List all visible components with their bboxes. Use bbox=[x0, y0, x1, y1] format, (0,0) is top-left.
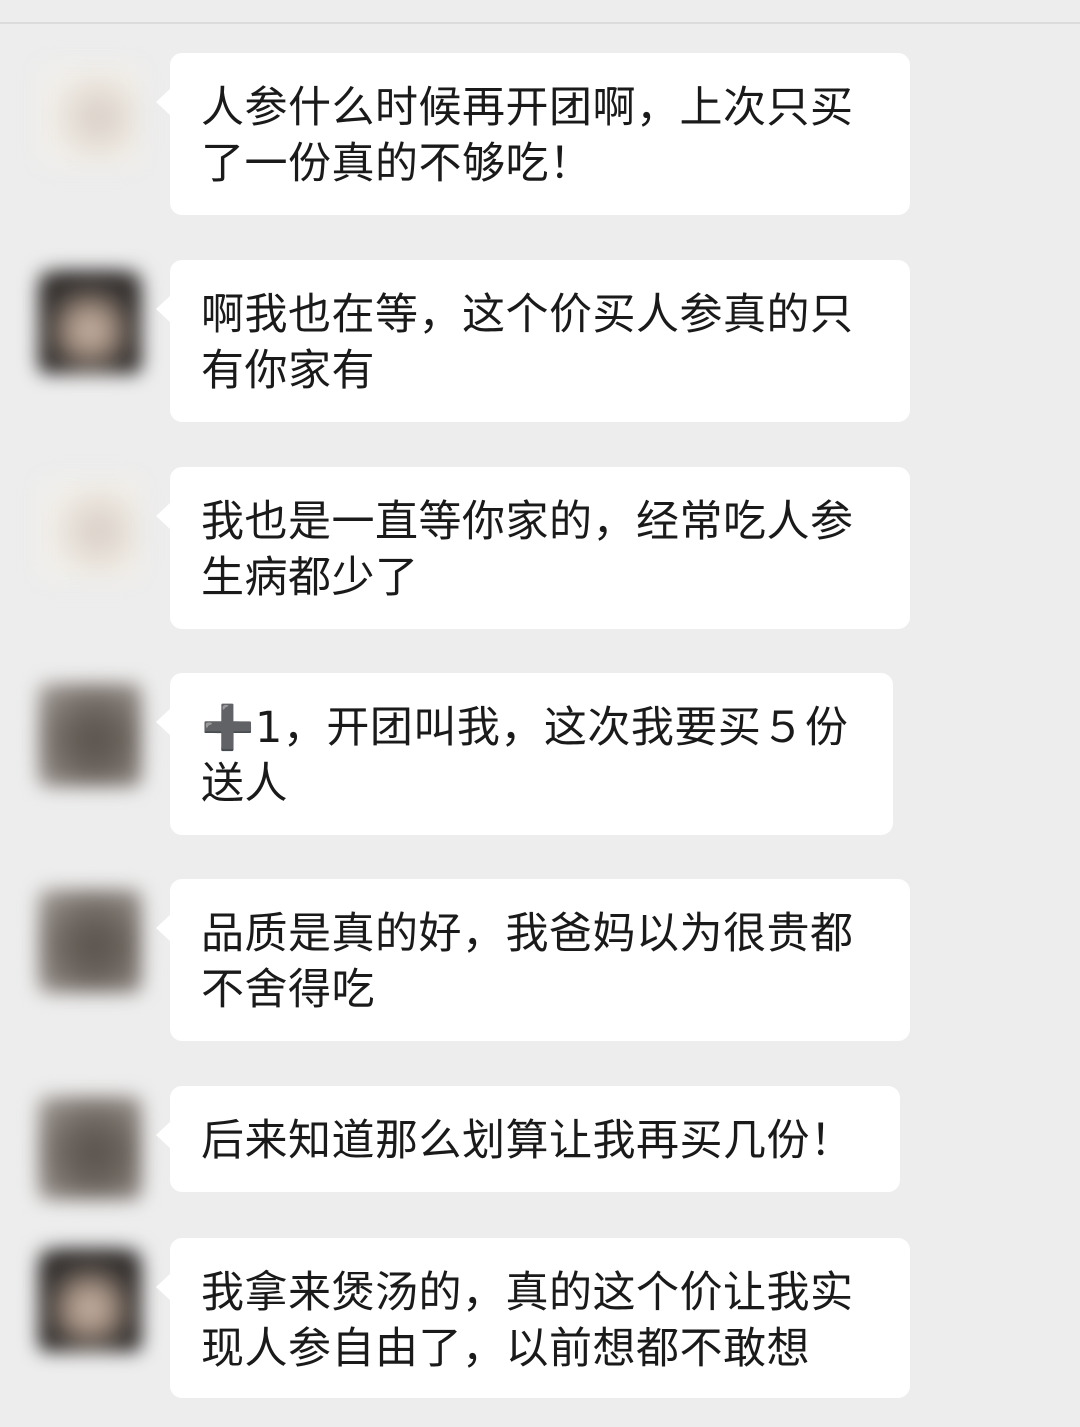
message-text: 后来知道那么划算让我再买几份！ bbox=[201, 1116, 854, 1166]
message-bubble[interactable]: 我也是一直等你家的，经常吃人参生病都少了 bbox=[156, 467, 910, 629]
message-text: 我拿来煲汤的，真的这个价让我实现人参自由了，以前想都不敢想 bbox=[201, 1268, 854, 1374]
avatar[interactable] bbox=[38, 270, 142, 374]
message-text: 品质是真的好，我爸妈以为很贵都不舍得吃 bbox=[201, 909, 854, 1015]
message-text: 人参什么时候再开团啊，上次只买了一份真的不够吃！ bbox=[201, 83, 854, 189]
message-bubble[interactable]: 品质是真的好，我爸妈以为很贵都不舍得吃 bbox=[156, 879, 910, 1041]
avatar[interactable] bbox=[38, 889, 142, 993]
avatar[interactable] bbox=[38, 1248, 142, 1352]
message-bubble[interactable]: 后来知道那么划算让我再买几份！ bbox=[156, 1086, 900, 1192]
top-divider bbox=[0, 22, 1080, 24]
message-bubble[interactable]: 啊我也在等，这个价买人参真的只有你家有 bbox=[156, 260, 910, 422]
message-bubble[interactable]: 我拿来煲汤的，真的这个价让我实现人参自由了，以前想都不敢想 bbox=[156, 1238, 910, 1398]
avatar[interactable] bbox=[38, 683, 142, 787]
avatar[interactable] bbox=[38, 63, 142, 167]
message-text: 我也是一直等你家的，经常吃人参生病都少了 bbox=[201, 497, 854, 603]
message-bubble[interactable]: ➕1，开团叫我，这次我要买５份送人 bbox=[156, 673, 893, 835]
avatar[interactable] bbox=[38, 1096, 142, 1200]
message-text: ➕1，开团叫我，这次我要买５份送人 bbox=[201, 703, 849, 809]
message-bubble[interactable]: 人参什么时候再开团啊，上次只买了一份真的不够吃！ bbox=[156, 53, 910, 215]
message-text: 啊我也在等，这个价买人参真的只有你家有 bbox=[201, 290, 854, 396]
avatar[interactable] bbox=[38, 477, 142, 581]
